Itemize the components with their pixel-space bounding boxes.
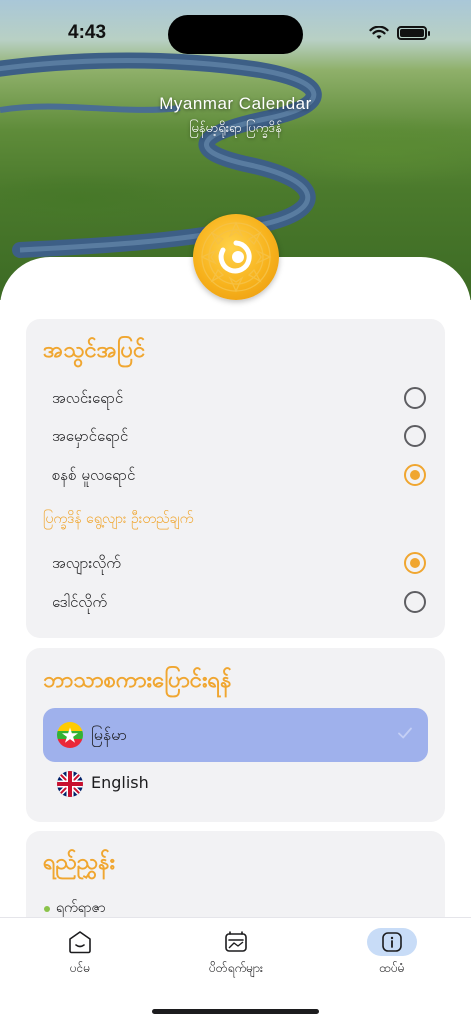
tab-holidays[interactable]: ပိတ်ရက်များ	[181, 928, 291, 978]
status-icons	[369, 26, 430, 40]
appearance-card: အသွင်အပြင် အလင်းရောင် အမှောင်ရောင် စနစ် …	[26, 319, 445, 638]
myanmar-flag-icon	[57, 722, 83, 748]
appearance-title: အသွင်အပြင်	[43, 338, 146, 363]
direction-option-horizontal[interactable]: အလျားလိုက်	[26, 548, 445, 578]
radio-button-selected[interactable]	[404, 552, 426, 574]
direction-option-label: အလျားလိုက်	[52, 554, 121, 572]
app-subtitle: မြန်မာ့ရိုးရာ ပြက္ခဒိန်	[189, 121, 282, 136]
reference-item[interactable]: ရက်ရာဇာ	[56, 898, 106, 919]
tab-home[interactable]: ပင်မ	[25, 928, 135, 978]
language-title: ဘာသာစကားပြောင်းရန်	[43, 668, 232, 693]
tab-label: ပိတ်ရက်များ	[209, 961, 263, 975]
theme-option-label: စနစ် မူလရောင်	[52, 466, 136, 484]
radio-button[interactable]	[404, 591, 426, 613]
theme-option-light[interactable]: အလင်းရောင်	[26, 383, 445, 413]
theme-option-system[interactable]: စနစ် မူလရောင်	[26, 460, 445, 490]
language-option-myanmar[interactable]: မြန်မာ	[43, 708, 428, 762]
theme-option-label: အမှောင်ရောင်	[52, 427, 129, 445]
direction-option-label: ဒေါင်လိုက်	[52, 593, 108, 611]
language-option-english[interactable]: English	[43, 757, 428, 811]
radio-button[interactable]	[404, 387, 426, 409]
calendar-direction-heading: ပြက္ခဒိန် ရွေ့လျား ဦးတည်ချက်	[43, 511, 194, 527]
status-time: 4:43	[68, 22, 107, 43]
app-title: Myanmar Calendar	[159, 94, 312, 113]
tab-label: ထပ်မံ	[379, 961, 405, 975]
theme-option-dark[interactable]: အမှောင်ရောင်	[26, 421, 445, 451]
tab-more[interactable]: ထပ်မံ	[337, 928, 447, 978]
language-label: English	[91, 773, 149, 792]
reference-title: ရည်ညွှန်း	[43, 850, 116, 875]
language-card: ဘာသာစကားပြောင်းရန် မြန်မာ English	[26, 648, 445, 822]
battery-icon	[397, 26, 430, 40]
dynamic-island	[168, 15, 303, 54]
direction-option-vertical[interactable]: ဒေါင်လိုက်	[26, 587, 445, 617]
language-label: မြန်မာ	[91, 725, 127, 744]
info-icon	[382, 932, 402, 952]
checkmark-icon	[398, 727, 412, 739]
app-logo-icon	[193, 214, 279, 300]
bullet-dot	[44, 906, 50, 912]
wifi-icon	[369, 26, 389, 39]
theme-option-label: အလင်းရောင်	[52, 389, 124, 407]
holidays-icon	[225, 931, 247, 952]
home-indicator	[152, 1009, 319, 1014]
radio-button[interactable]	[404, 425, 426, 447]
home-icon	[69, 931, 91, 954]
uk-flag-icon	[57, 771, 83, 797]
tab-label: ပင်မ	[69, 961, 91, 975]
bottom-tab-bar: ပင်မ ပိတ်ရက်များ ထပ်မံ	[0, 917, 471, 1024]
radio-button-selected[interactable]	[404, 464, 426, 486]
